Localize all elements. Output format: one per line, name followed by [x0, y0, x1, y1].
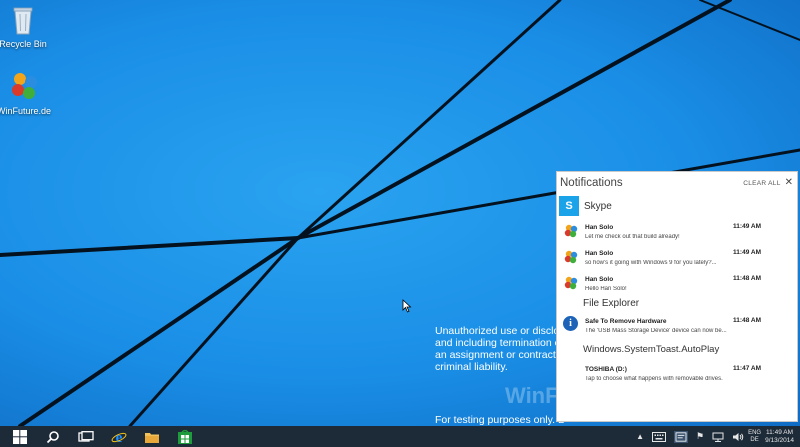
desktop-icon-recycle-bin[interactable]: Recycle Bin	[0, 3, 50, 49]
notification-sender: Han Solo	[585, 224, 614, 231]
notification-group-file-explorer[interactable]: File Explorer	[557, 296, 797, 312]
desktop-icon-winfuture[interactable]: WinFuture.de	[0, 70, 51, 116]
notification-text: The 'USB Mass Storage Device' device can…	[585, 328, 727, 334]
keyboard-icon[interactable]	[651, 431, 666, 442]
input-language[interactable]: ENG DE	[748, 430, 761, 444]
legal-line: criminal liability.	[435, 361, 508, 373]
task-view-icon	[77, 430, 94, 442]
notification-subgroup-autoplay[interactable]: Windows.SystemToast.AutoPlay	[557, 342, 797, 358]
build-watermark-text: For testing purposes only. Build 9	[435, 414, 565, 426]
start-icon	[12, 429, 27, 444]
search-button[interactable]	[37, 426, 68, 447]
notification-center-icon[interactable]	[673, 430, 688, 443]
system-tray: ▲ ⚑ ENG DE 11:49 AM 9/13/2014	[632, 426, 800, 447]
file-explorer-button[interactable]	[136, 426, 167, 447]
notification-sender: Han Solo	[585, 250, 614, 257]
taskbar: e ▲ ⚑ ENG DE 11:49 AM 9/13/2014	[0, 426, 800, 447]
notification-center: Notifications CLEAR ALL ✕ S Skype Han So…	[556, 171, 798, 422]
internet-explorer-icon: e	[111, 430, 126, 445]
notification-time: 11:49 AM	[733, 223, 761, 230]
svg-text:e: e	[115, 430, 122, 445]
notification-text: Let me check out that build already!	[585, 234, 680, 240]
keyboard-layout: DE	[750, 436, 759, 443]
internet-explorer-button[interactable]: e	[103, 426, 134, 447]
notification-sender: Han Solo	[585, 276, 614, 283]
store-icon	[177, 429, 192, 444]
clock-date: 9/13/2014	[765, 436, 794, 444]
notification-item[interactable]: Han Solo so how's it going with Windows …	[557, 244, 797, 270]
notification-time: 11:48 AM	[733, 317, 761, 324]
notification-time: 11:47 AM	[733, 365, 761, 372]
avatar	[564, 250, 578, 264]
close-icon[interactable]: ✕	[785, 178, 793, 188]
notification-text: so how's it going with Windows 9 for you…	[585, 260, 717, 266]
notification-text: Hello Han Solo!	[585, 286, 627, 292]
clock[interactable]: 11:49 AM 9/13/2014	[765, 429, 794, 445]
search-icon	[46, 430, 59, 443]
store-button[interactable]	[169, 426, 200, 447]
recycle-bin-icon	[6, 3, 40, 37]
start-button[interactable]	[4, 426, 35, 447]
notification-item[interactable]: Han Solo Hello Han Solo! 11:48 AM	[557, 270, 797, 296]
notification-header: Notifications CLEAR ALL ✕	[557, 172, 797, 194]
app-name: Skype	[584, 200, 612, 212]
network-icon[interactable]	[712, 432, 724, 442]
task-view-button[interactable]	[70, 426, 101, 447]
mouse-cursor-icon	[402, 299, 412, 313]
skype-icon: S	[559, 196, 579, 216]
notification-sender: TOSHIBA (D:)	[585, 366, 627, 373]
notification-group-skype[interactable]: S Skype	[557, 194, 797, 218]
clear-all-button[interactable]: CLEAR ALL	[743, 180, 780, 187]
legal-line: an assignment or contract (i	[435, 349, 565, 361]
notification-item[interactable]: Han Solo Let me check out that build alr…	[557, 218, 797, 244]
notification-time: 11:49 AM	[733, 249, 761, 256]
desktop: Recycle Bin WinFuture.de Unauthorized us…	[0, 0, 800, 426]
notification-time: 11:48 AM	[733, 275, 761, 282]
notification-text: Tap to choose what happens with removabl…	[585, 376, 723, 382]
volume-icon[interactable]	[732, 432, 744, 442]
desktop-icon-label: WinFuture.de	[0, 106, 52, 116]
avatar	[564, 224, 578, 238]
desktop-icon-label: Recycle Bin	[0, 39, 47, 49]
file-explorer-icon	[144, 432, 159, 443]
winfuture-icon	[7, 70, 41, 104]
avatar	[564, 276, 578, 290]
legal-line: Unauthorized use or disclos	[435, 325, 565, 337]
notification-title: Notifications	[560, 177, 623, 189]
notification-item[interactable]: i Safe To Remove Hardware The 'USB Mass …	[557, 312, 797, 342]
notification-item[interactable]: TOSHIBA (D:) Tap to choose what happens …	[557, 358, 797, 384]
flag-icon[interactable]: ⚑	[696, 431, 704, 442]
language-code: ENG	[748, 429, 762, 436]
chevron-up-icon[interactable]: ▲	[636, 432, 644, 441]
info-icon: i	[563, 316, 578, 331]
notification-sender: Safe To Remove Hardware	[585, 318, 667, 325]
legal-notice: Unauthorized use or disclos and includin…	[435, 325, 565, 373]
clock-time: 11:49 AM	[766, 428, 794, 436]
legal-line: and including termination of	[435, 337, 564, 349]
